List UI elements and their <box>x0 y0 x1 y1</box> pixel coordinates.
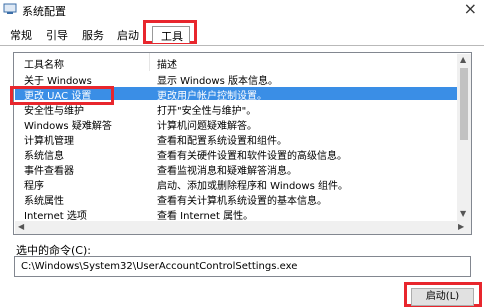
list-item[interactable]: 事件查看器 查看监视消息和疑难解答消息。 <box>15 162 457 177</box>
tool-description: 查看有关计算机系统设置的基本信息。 <box>157 196 327 207</box>
title-bar: 系统配置 × <box>0 0 485 20</box>
tool-name: Windows 疑难解答 <box>24 121 112 132</box>
horizontal-scrollbar[interactable]: ◀ ▶ <box>15 221 471 234</box>
tab-bar: 常规 引导 服务 启动 <box>0 20 485 47</box>
vertical-scroll-thumb[interactable] <box>460 68 468 140</box>
tab-tools[interactable]: 工具 <box>152 26 190 43</box>
tool-description: 查看和配置系统设置和组件。 <box>157 136 287 147</box>
list-item[interactable]: 系统属性 查看有关计算机系统设置的基本信息。 <box>15 192 457 207</box>
system-config-icon <box>3 3 17 14</box>
column-divider[interactable] <box>149 53 150 71</box>
list-item-selected[interactable]: 更改 UAC 设置 更改用户帐户控制设置。 <box>15 87 457 102</box>
tool-description: 显示 Windows 版本信息。 <box>157 76 278 87</box>
tool-name: 更改 UAC 设置 <box>24 91 92 102</box>
tab-services[interactable]: 服务 <box>82 27 104 43</box>
list-item[interactable]: 关于 Windows 显示 Windows 版本信息。 <box>15 72 457 87</box>
tab-boot[interactable]: 引导 <box>46 27 68 43</box>
tool-name: 关于 Windows <box>24 76 92 87</box>
tab-tools-highlight: 工具 <box>143 20 197 44</box>
list-header: 工具名称 描述 <box>14 53 457 71</box>
scroll-right-icon[interactable]: ▶ <box>458 222 464 231</box>
vertical-scrollbar[interactable]: ▲ ▼ <box>457 54 471 221</box>
list-item[interactable]: 系统信息 查看有关硬件设置和软件设置的高级信息。 <box>15 147 457 162</box>
scroll-down-icon[interactable]: ▼ <box>460 209 466 218</box>
list-item[interactable]: 计算机管理 查看和配置系统设置和组件。 <box>15 132 457 147</box>
tab-startup[interactable]: 启动 <box>117 27 139 43</box>
selected-command-field[interactable]: C:\Windows\System32\UserAccountControlSe… <box>14 256 471 277</box>
tool-description: 启动、添加或删除程序和 Windows 组件。 <box>157 181 348 192</box>
tool-description: 查看 Internet 属性。 <box>157 211 254 222</box>
column-header-description[interactable]: 描述 <box>157 56 177 71</box>
scroll-left-icon[interactable]: ◀ <box>18 222 24 231</box>
window-title: 系统配置 <box>22 5 66 18</box>
tool-description: 查看监视消息和疑难解答消息。 <box>157 166 297 177</box>
tool-name: Internet 选项 <box>24 211 87 222</box>
tool-description: 更改用户帐户控制设置。 <box>157 91 267 102</box>
list-item[interactable]: 安全性与维护 打开"安全性与维护"。 <box>15 102 457 117</box>
list-item[interactable]: 程序 启动、添加或删除程序和 Windows 组件。 <box>15 177 457 192</box>
launch-button[interactable]: 启动(L) <box>411 288 474 306</box>
tool-name: 系统属性 <box>24 196 64 207</box>
close-icon[interactable]: × <box>464 0 477 18</box>
tab-general[interactable]: 常规 <box>10 27 32 43</box>
tool-description: 查看有关硬件设置和软件设置的高级信息。 <box>157 151 347 162</box>
tool-description: 打开"安全性与维护"。 <box>157 106 257 117</box>
list-item[interactable]: Windows 疑难解答 计算机问题疑难解答。 <box>15 117 457 132</box>
tool-name: 系统信息 <box>24 151 64 162</box>
tool-description: 计算机问题疑难解答。 <box>157 121 257 132</box>
scroll-up-icon[interactable]: ▲ <box>460 55 466 64</box>
tools-list[interactable]: 工具名称 描述 关于 Windows 显示 Windows 版本信息。 更改 U… <box>13 52 472 235</box>
tab-panel-border <box>0 45 484 46</box>
selected-command-value: C:\Windows\System32\UserAccountControlSe… <box>21 261 298 272</box>
tool-name: 事件查看器 <box>24 166 74 177</box>
tool-name: 程序 <box>24 181 44 192</box>
column-header-name[interactable]: 工具名称 <box>24 56 64 71</box>
tab-tools-label: 工具 <box>161 30 183 43</box>
list-item[interactable]: Internet 选项 查看 Internet 属性。 <box>15 207 457 222</box>
tool-name: 计算机管理 <box>24 136 74 147</box>
tool-name: 安全性与维护 <box>24 106 84 117</box>
